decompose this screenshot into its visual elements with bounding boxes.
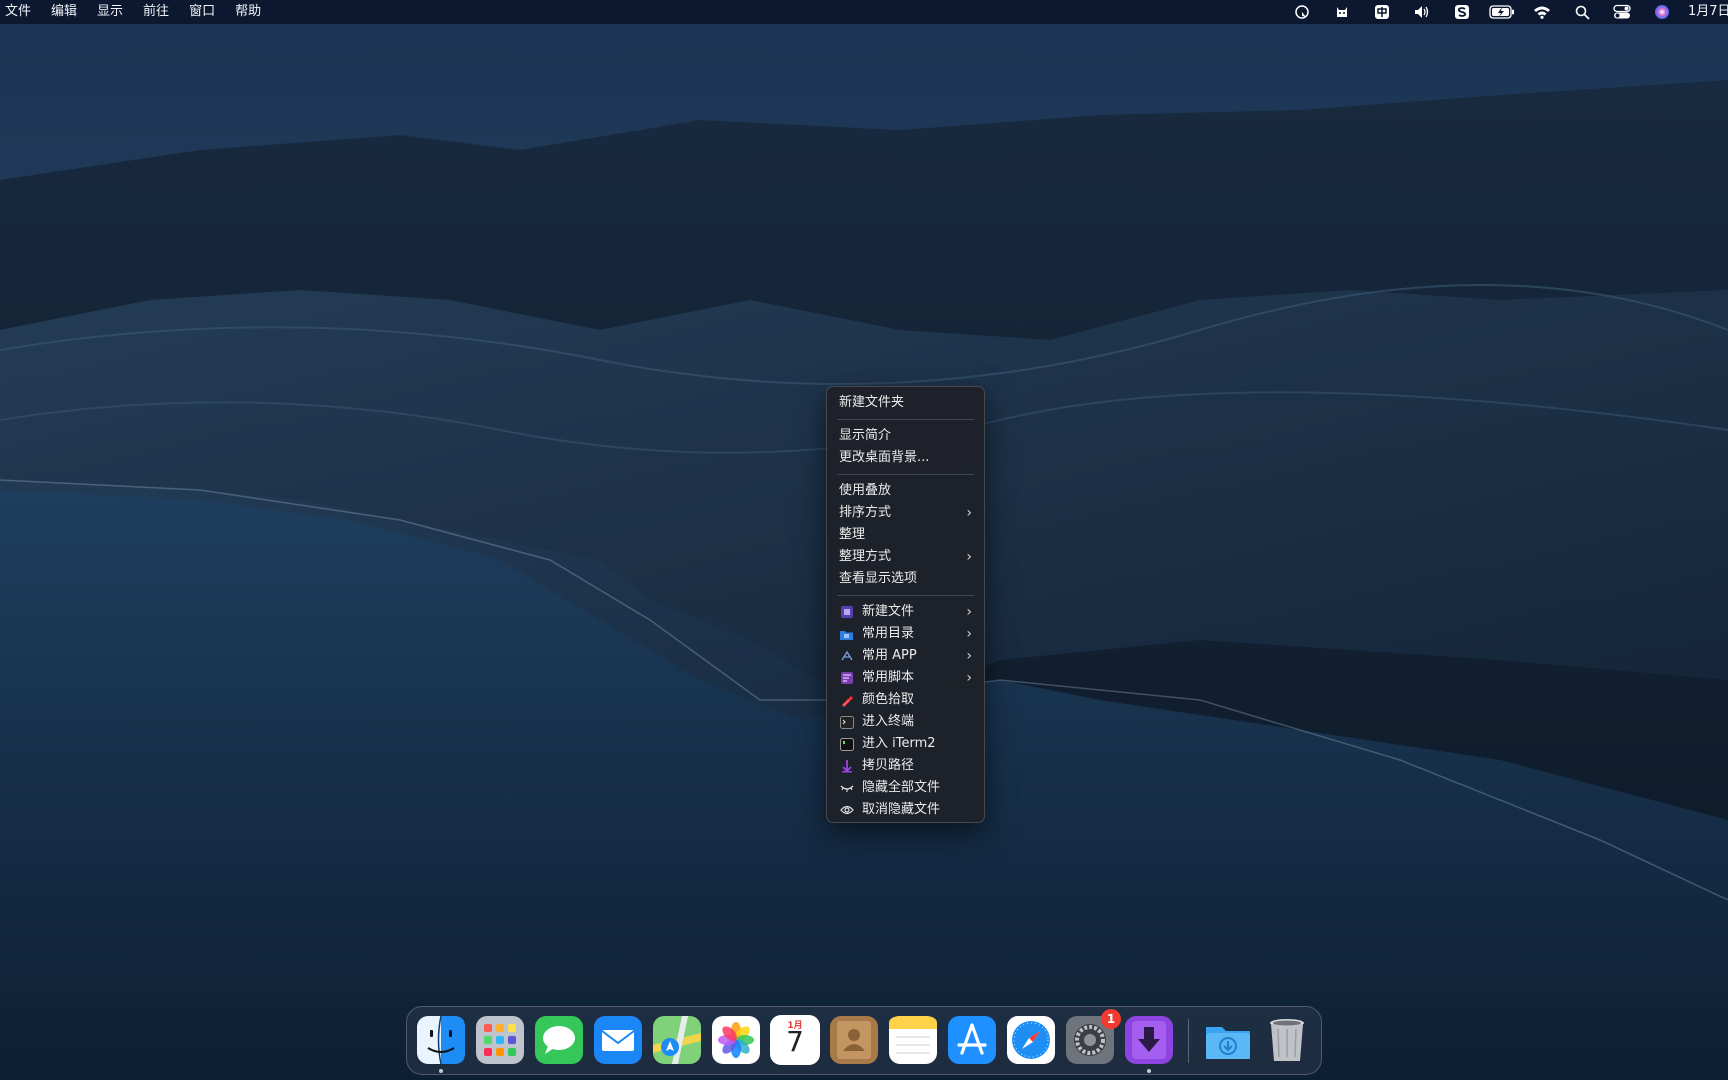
search-icon[interactable]: [1562, 0, 1602, 24]
menu-go[interactable]: 前往: [133, 0, 179, 24]
cm-clean-up[interactable]: 整理: [827, 524, 984, 546]
trash-icon[interactable]: [1262, 1015, 1312, 1065]
iterm-icon: [839, 737, 854, 751]
folder-icon: [839, 627, 854, 641]
cm-label: 新建文件: [862, 604, 915, 619]
app-icon: [839, 649, 854, 663]
notification-badge: 1: [1101, 1009, 1121, 1029]
new-file-icon: [839, 605, 854, 619]
cm-open-iterm2[interactable]: 进入 iTerm2: [827, 733, 984, 755]
battery-charging-icon[interactable]: [1482, 0, 1522, 24]
cm-label: 查看显示选项: [839, 571, 918, 586]
copy-path-icon: [839, 759, 854, 773]
cm-common-directories[interactable]: 常用目录 ›: [827, 623, 984, 645]
messages-icon[interactable]: [534, 1015, 584, 1065]
cm-clean-up-by[interactable]: 整理方式 ›: [827, 546, 984, 568]
desktop-context-menu: 新建文件夹 显示简介 更改桌面背景... 使用叠放 排序方式 › 整理 整理方式 ›…: [826, 386, 985, 823]
cm-label: 常用 APP: [862, 648, 917, 663]
mail-icon[interactable]: [593, 1015, 643, 1065]
menu-bar-menus: 文件 编辑 显示 前往 窗口 帮助: [0, 0, 271, 24]
cm-change-wallpaper[interactable]: 更改桌面背景...: [827, 447, 984, 469]
safari-icon[interactable]: [1006, 1015, 1056, 1065]
cm-show-view-options[interactable]: 查看显示选项: [827, 568, 984, 590]
maps-icon[interactable]: [652, 1015, 702, 1065]
finder-icon[interactable]: [416, 1015, 466, 1073]
contacts-icon[interactable]: [829, 1015, 879, 1065]
cm-label: 整理方式: [839, 549, 892, 564]
chevron-right-icon: ›: [966, 626, 972, 642]
cm-label: 整理: [839, 527, 866, 542]
cm-common-apps[interactable]: 常用 APP ›: [827, 645, 984, 667]
cm-label: 常用目录: [862, 626, 915, 641]
downie-icon[interactable]: [1124, 1015, 1174, 1073]
input-method-icon[interactable]: [1362, 0, 1402, 24]
cm-label: 新建文件夹: [839, 395, 905, 410]
menu-separator: [837, 474, 974, 475]
chevron-right-icon: ›: [966, 648, 972, 664]
menu-view[interactable]: 显示: [87, 0, 133, 24]
menu-bar-clock[interactable]: 1月7日: [1682, 0, 1728, 24]
cm-label: 进入终端: [862, 714, 915, 729]
cm-new-file[interactable]: 新建文件 ›: [827, 601, 984, 623]
wifi-icon[interactable]: [1522, 0, 1562, 24]
eye-icon: [839, 803, 854, 817]
chevron-right-icon: ›: [966, 670, 972, 686]
sogou-icon[interactable]: [1442, 0, 1482, 24]
cm-color-picker[interactable]: 颜色拾取: [827, 689, 984, 711]
cm-label: 常用脚本: [862, 670, 915, 685]
script-icon: [839, 671, 854, 685]
menu-separator: [837, 419, 974, 420]
running-indicator: [439, 1069, 443, 1073]
cm-copy-path[interactable]: 拷贝路径: [827, 755, 984, 777]
cm-label: 显示简介: [839, 428, 892, 443]
dock-divider: [1188, 1019, 1189, 1063]
menu-separator: [837, 595, 974, 596]
chevron-right-icon: ›: [966, 549, 972, 565]
running-indicator: [1147, 1069, 1151, 1073]
eyedropper-icon: [839, 693, 854, 707]
cm-label: 使用叠放: [839, 483, 892, 498]
cm-label: 排序方式: [839, 505, 892, 520]
chevron-right-icon: ›: [966, 505, 972, 521]
cursor-clock-icon[interactable]: [1282, 0, 1322, 24]
notes-icon[interactable]: [888, 1015, 938, 1065]
menu-file[interactable]: 文件: [0, 0, 41, 24]
cm-label: 拷贝路径: [862, 758, 915, 773]
cm-sort-by[interactable]: 排序方式 ›: [827, 502, 984, 524]
cm-label: 取消隐藏文件: [862, 802, 941, 817]
menu-window[interactable]: 窗口: [179, 0, 225, 24]
menu-bar: 文件 编辑 显示 前往 窗口 帮助 1月7日: [0, 0, 1728, 24]
cm-use-stacks[interactable]: 使用叠放: [827, 480, 984, 502]
downloads-folder-icon[interactable]: [1203, 1015, 1253, 1065]
cm-label: 更改桌面背景...: [839, 450, 930, 465]
cm-get-info[interactable]: 显示简介: [827, 425, 984, 447]
cm-label: 进入 iTerm2: [862, 736, 936, 751]
cm-new-folder[interactable]: 新建文件夹: [827, 392, 984, 414]
cm-common-scripts[interactable]: 常用脚本 ›: [827, 667, 984, 689]
menu-help[interactable]: 帮助: [225, 0, 271, 24]
photos-icon[interactable]: [711, 1015, 761, 1065]
app-store-icon[interactable]: [947, 1015, 997, 1065]
eye-closed-icon: [839, 781, 854, 795]
system-settings-icon[interactable]: 1: [1065, 1009, 1121, 1065]
calendar-icon[interactable]: 1月 7: [770, 1015, 820, 1065]
dock: 1月 7 1: [406, 1006, 1322, 1075]
menu-edit[interactable]: 编辑: [41, 0, 87, 24]
cat-app-icon[interactable]: [1322, 0, 1362, 24]
calendar-day: 7: [786, 1025, 804, 1058]
siri-icon[interactable]: [1642, 0, 1682, 24]
status-bar: 1月7日: [1282, 0, 1728, 24]
control-center-icon[interactable]: [1602, 0, 1642, 24]
chevron-right-icon: ›: [966, 604, 972, 620]
cm-open-terminal[interactable]: 进入终端: [827, 711, 984, 733]
terminal-icon: [839, 715, 854, 729]
cm-hide-all-files[interactable]: 隐藏全部文件: [827, 777, 984, 799]
cm-label: 隐藏全部文件: [862, 780, 941, 795]
launchpad-icon[interactable]: [475, 1015, 525, 1065]
volume-icon[interactable]: [1402, 0, 1442, 24]
cm-unhide-files[interactable]: 取消隐藏文件: [827, 799, 984, 821]
cm-label: 颜色拾取: [862, 692, 915, 707]
